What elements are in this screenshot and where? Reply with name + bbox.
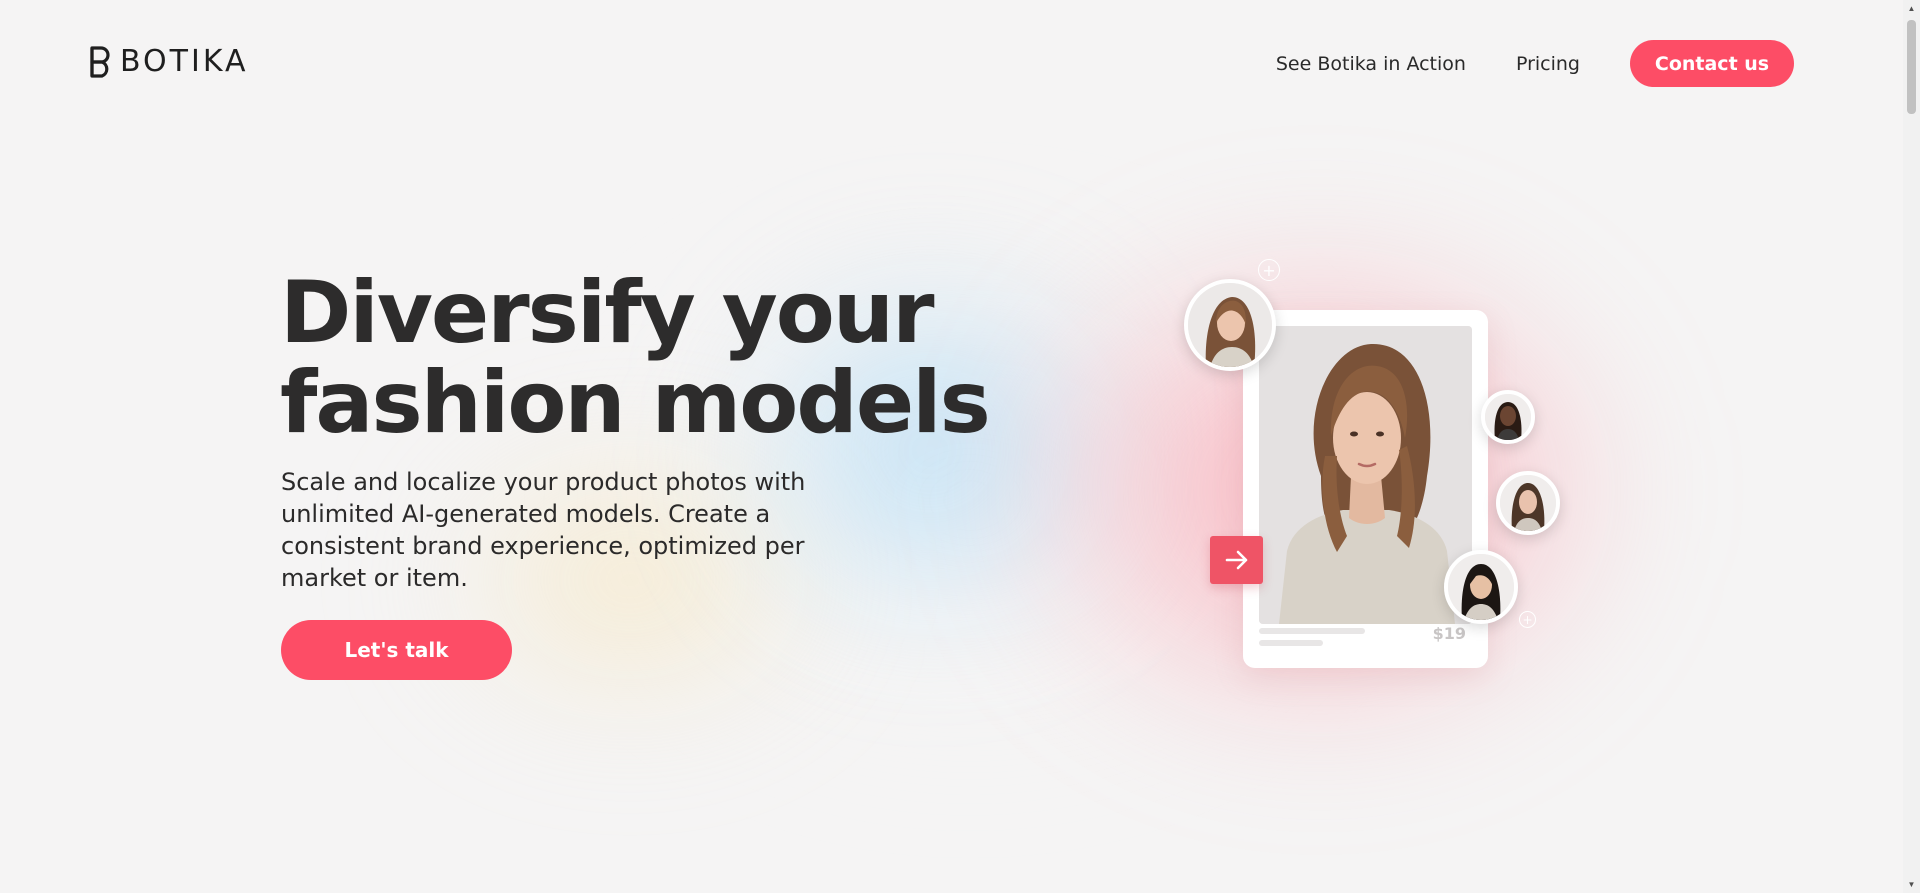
hero-title-line-1: Diversify your [280, 263, 935, 363]
product-card: $19 [1243, 310, 1488, 668]
product-name-placeholder [1259, 628, 1365, 634]
nav-link-pricing[interactable]: Pricing [1516, 53, 1580, 75]
model-avatar-2[interactable] [1481, 390, 1535, 444]
arrow-right-icon[interactable] [1210, 536, 1263, 584]
hero-subtitle: Scale and localize your product photos w… [281, 468, 806, 592]
lets-talk-button[interactable]: Let's talk [281, 620, 512, 680]
model-avatar-3[interactable] [1496, 471, 1560, 535]
model-photo-image [1259, 326, 1472, 624]
plus-icon[interactable]: + [1258, 259, 1280, 281]
product-desc-placeholder [1259, 640, 1323, 646]
model-avatar-4[interactable] [1444, 550, 1518, 624]
logo[interactable]: BOTIKA [88, 44, 249, 79]
scroll-down-arrow-icon[interactable]: ▼ [1903, 876, 1920, 893]
plus-icon[interactable]: + [1519, 611, 1536, 628]
page: BOTIKA See Botika in Action Pricing Cont… [0, 0, 1920, 893]
product-photo [1259, 326, 1472, 624]
product-price: $19 [1432, 624, 1466, 643]
site-header: BOTIKA See Botika in Action Pricing Cont… [0, 0, 1900, 126]
botika-logo-icon [90, 45, 110, 78]
logo-text: BOTIKA [120, 44, 249, 79]
contact-us-button[interactable]: Contact us [1630, 40, 1794, 87]
scroll-thumb[interactable] [1907, 20, 1916, 114]
hero-title-line-2: fashion models [280, 353, 991, 453]
page-scrollbar[interactable]: ▲ ▼ [1903, 0, 1920, 893]
scroll-up-arrow-icon[interactable]: ▲ [1903, 0, 1920, 17]
hero-title: Diversify your fashion models [280, 268, 1000, 448]
main-nav: See Botika in Action Pricing Contact us [1276, 40, 1794, 87]
model-avatar-1[interactable] [1184, 279, 1276, 371]
nav-link-see-botika-in-action[interactable]: See Botika in Action [1276, 53, 1466, 75]
